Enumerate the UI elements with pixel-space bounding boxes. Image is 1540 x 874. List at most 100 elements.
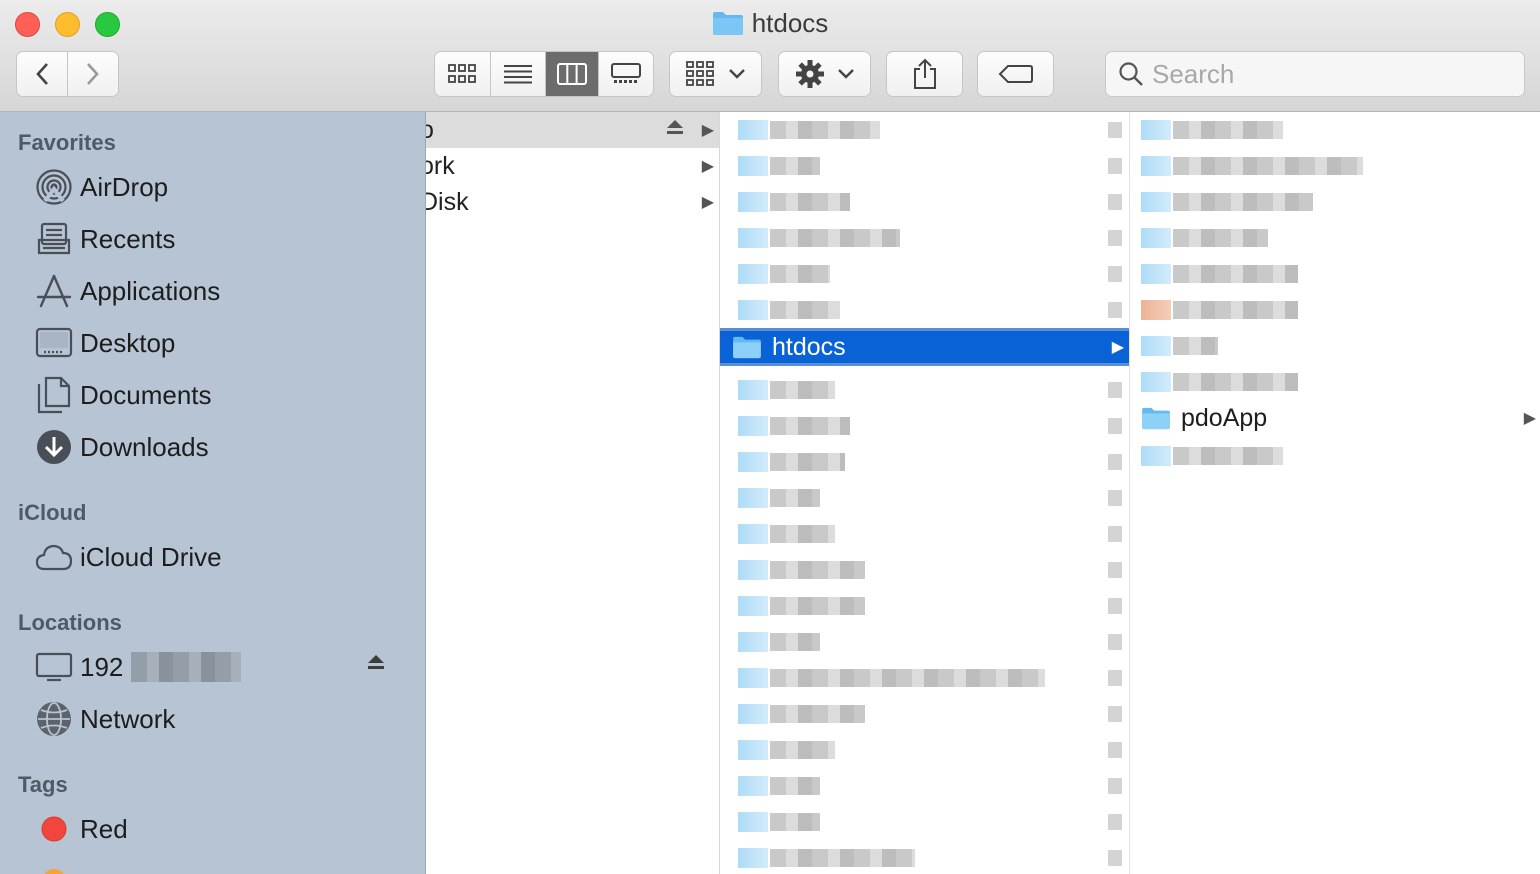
redacted-marker	[1108, 266, 1122, 282]
redacted-row	[720, 524, 1129, 544]
disclosure-arrow-icon: ▶	[701, 158, 714, 175]
redacted-text	[770, 777, 820, 795]
redacted-icon	[1141, 192, 1171, 212]
column-1-row[interactable]: o ▶	[426, 112, 719, 148]
back-button[interactable]	[17, 52, 68, 96]
redacted-text	[770, 193, 850, 211]
icon-view-button[interactable]	[435, 52, 491, 96]
gear-icon	[795, 60, 824, 88]
search-icon	[1119, 62, 1143, 86]
redacted-row	[720, 264, 1129, 284]
redacted-icon	[738, 704, 768, 724]
redacted-marker	[1108, 454, 1122, 470]
redacted-icon	[738, 416, 768, 436]
sidebar-item-label: Recents	[80, 223, 176, 254]
search-field[interactable]	[1105, 51, 1525, 97]
redacted-text	[770, 561, 865, 579]
gallery-view-button[interactable]	[599, 52, 653, 96]
redacted-text	[770, 705, 865, 723]
sidebar-item-network[interactable]: Network	[35, 699, 415, 739]
back-forward-group	[16, 51, 119, 97]
sidebar-item-downloads[interactable]: Downloads	[35, 427, 415, 467]
sidebar-item-label: Documents	[80, 379, 212, 410]
selected-folder-row[interactable]: htdocs ▶	[720, 328, 1129, 366]
redacted-icon	[738, 300, 768, 320]
favorites-header: Favorites	[18, 130, 116, 155]
redacted-text	[770, 229, 900, 247]
group-grid-icon	[685, 61, 714, 86]
monitor-icon	[35, 648, 73, 686]
eject-icon[interactable]	[666, 118, 684, 142]
toolbar: htdocs	[0, 0, 1540, 112]
redacted-icon	[738, 156, 768, 176]
row-label: o	[426, 116, 434, 145]
redacted-text	[1173, 301, 1298, 319]
gallery-icon	[610, 63, 641, 83]
redacted-icon	[738, 740, 768, 760]
sidebar-item-applications[interactable]: Applications	[35, 271, 415, 311]
redacted-row	[720, 156, 1129, 176]
redacted-text	[770, 417, 850, 435]
redacted-text	[1173, 373, 1298, 391]
column-2: htdocs ▶	[720, 112, 1130, 874]
sidebar-item-recents[interactable]: Recents	[35, 219, 415, 259]
redacted-marker	[1108, 598, 1122, 614]
redacted-row	[720, 812, 1129, 832]
sidebar-item-documents[interactable]: Documents	[35, 375, 415, 415]
group-by-button[interactable]	[669, 51, 762, 97]
redacted-text	[770, 453, 845, 471]
eject-icon[interactable]	[367, 653, 385, 677]
redacted-row	[1131, 336, 1531, 356]
redacted-text	[770, 849, 915, 867]
redacted-row	[720, 596, 1129, 616]
search-input[interactable]	[1152, 58, 1522, 90]
disclosure-arrow-icon: ▶	[701, 122, 714, 139]
redacted-text	[770, 489, 820, 507]
share-button[interactable]	[886, 51, 963, 97]
cloud-icon	[35, 538, 73, 576]
sidebar-item-airdrop[interactable]: AirDrop	[35, 167, 415, 207]
redacted-row	[720, 300, 1129, 320]
redacted-icon	[1141, 228, 1171, 248]
list-view-button[interactable]	[491, 52, 546, 96]
folder-row-pdoapp[interactable]: pdoApp ▶	[1141, 400, 1536, 436]
network-icon	[35, 700, 73, 738]
redacted-marker	[1108, 490, 1122, 506]
sidebar-item-tag-orange[interactable]	[35, 861, 415, 874]
redacted-row	[1131, 156, 1531, 176]
disclosure-arrow-icon: ▶	[1523, 410, 1536, 427]
redacted-row	[720, 452, 1129, 472]
column-1-row[interactable]: Disk ▶	[426, 184, 719, 220]
redacted-row	[1131, 264, 1531, 284]
view-mode-group	[434, 51, 654, 97]
redacted-text	[1173, 157, 1363, 175]
row-label: ork	[426, 151, 455, 180]
column-1-row[interactable]: ork ▶	[426, 148, 719, 184]
sidebar-item-icloud-drive[interactable]: iCloud Drive	[35, 537, 415, 577]
redacted-marker	[1108, 526, 1122, 542]
redacted-text	[1173, 265, 1298, 283]
sidebar-item-label: AirDrop	[80, 171, 169, 202]
redacted-row	[1131, 300, 1531, 320]
sidebar-item-label: Desktop	[80, 327, 176, 358]
redacted-marker	[1108, 562, 1122, 578]
sidebar-item-label: iCloud Drive	[80, 541, 222, 572]
redacted-marker	[1108, 706, 1122, 722]
sidebar-item-server[interactable]: 192	[35, 647, 415, 687]
edit-tags-button[interactable]	[977, 51, 1054, 97]
sidebar-item-desktop[interactable]: Desktop	[35, 323, 415, 363]
airdrop-icon	[35, 168, 73, 206]
disclosure-arrow-icon: ▶	[1111, 339, 1124, 356]
redacted-row	[720, 848, 1129, 868]
action-button[interactable]	[778, 51, 871, 97]
column-1: o ▶ ork ▶ Disk ▶	[426, 112, 720, 874]
chevron-down-icon	[837, 69, 854, 79]
applications-icon	[35, 272, 73, 310]
redacted-text	[1173, 193, 1313, 211]
redacted-marker	[1108, 778, 1122, 794]
column-view-button[interactable]	[546, 52, 599, 96]
forward-button[interactable]	[68, 52, 119, 96]
sidebar-item-tag-red[interactable]: Red	[35, 809, 415, 849]
redacted-row	[720, 380, 1129, 400]
redacted-icon	[738, 560, 768, 580]
